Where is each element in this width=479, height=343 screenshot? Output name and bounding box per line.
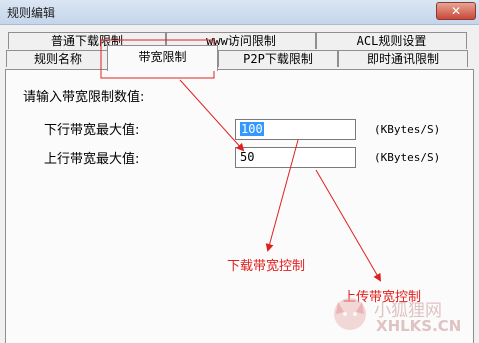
arrow-download-control <box>265 139 299 252</box>
arrow-to-inputs <box>179 79 245 152</box>
tab-label: 带宽限制 <box>138 50 187 64</box>
arrow-upload-control <box>315 169 382 282</box>
download-control-annotation: 下载带宽控制 <box>227 259 306 274</box>
fox-logo-icon <box>330 292 370 332</box>
watermark-url: XHLKS.CN <box>376 317 462 335</box>
tab-bandwidth-limit[interactable]: 带宽限制 <box>107 45 218 71</box>
